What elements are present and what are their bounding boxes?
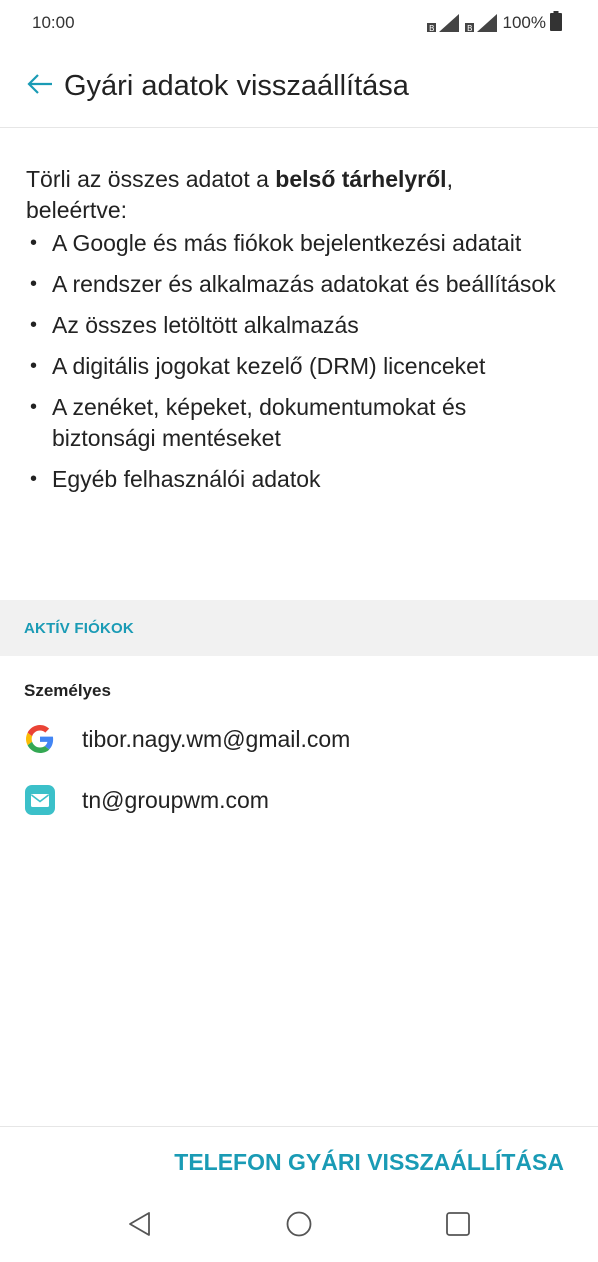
nav-back-button[interactable] [110, 1196, 170, 1256]
status-icons: B B 100% [426, 10, 562, 36]
main-content: Törli az összes adatot a belső tárhelyrő… [0, 128, 598, 505]
google-icon [24, 723, 56, 755]
list-item: • Egyéb felhasználói adatok [30, 466, 321, 492]
list-item: • A zenéket, képeket, dokumentumokat és b… [30, 394, 467, 451]
account-row-email: tn@groupwm.com [0, 772, 598, 828]
account-email: tn@groupwm.com [82, 786, 269, 813]
square-recents-icon [444, 1210, 472, 1243]
navigation-bar [0, 1190, 598, 1262]
list-item-text: A zenéket, képeket, dokumentumokat és bi… [52, 394, 467, 451]
battery-percent: 100% [502, 13, 546, 32]
app-bar: Gyári adatok visszaállítása [0, 46, 598, 128]
list-item: • A digitális jogokat kezelő (DRM) licenc… [30, 353, 486, 379]
list-item: • A Google és más fiókok bejelentkezési a… [30, 230, 522, 256]
list-item: • A rendszer és alkalmazás adatokat és be… [30, 271, 556, 297]
nav-home-button[interactable] [269, 1196, 329, 1256]
intro-prefix: Törli az összes adatot a [26, 166, 276, 192]
intro-text: Törli az összes adatot a belső tárhelyrő… [26, 164, 558, 226]
circle-home-icon [285, 1210, 313, 1243]
svg-text:B: B [467, 24, 473, 32]
back-button[interactable] [8, 55, 72, 119]
nav-recents-button[interactable] [428, 1196, 488, 1256]
factory-reset-button[interactable]: TELEFON GYÁRI VISSZAÁLLÍTÁSA [174, 1142, 564, 1182]
svg-text:B: B [429, 24, 435, 32]
list-item-text: A rendszer és alkalmazás adatokat és beá… [52, 271, 556, 297]
erase-list: • A Google és más fiókok bejelentkezési a… [26, 228, 568, 495]
divider [0, 1126, 598, 1127]
triangle-back-icon [127, 1210, 153, 1243]
sim1-signal-icon: B [426, 14, 461, 32]
page-title: Gyári adatok visszaállítása [64, 70, 409, 102]
list-item-text: Az összes letöltött alkalmazás [52, 312, 359, 338]
account-row-google: tibor.nagy.wm@gmail.com [0, 711, 598, 767]
account-email: tibor.nagy.wm@gmail.com [82, 725, 351, 752]
section-header-active-accounts: AKTÍV FIÓKOK [0, 600, 598, 656]
list-item: • Az összes letöltött alkalmazás [30, 312, 359, 338]
battery-icon [550, 10, 562, 36]
intro-bold: belső tárhelyről [275, 166, 447, 192]
email-app-icon [24, 784, 56, 816]
status-bar: 10:00 B B 100% [0, 0, 598, 46]
list-item-text: Egyéb felhasználói adatok [52, 466, 321, 492]
list-item-text: A digitális jogokat kezelő (DRM) licence… [52, 353, 486, 379]
arrow-left-icon [26, 72, 54, 101]
group-label-personal: Személyes [24, 681, 111, 700]
status-time: 10:00 [32, 13, 75, 32]
sim2-signal-icon: B [464, 14, 499, 32]
list-item-text: A Google és más fiókok bejelentkezési ad… [52, 230, 522, 256]
